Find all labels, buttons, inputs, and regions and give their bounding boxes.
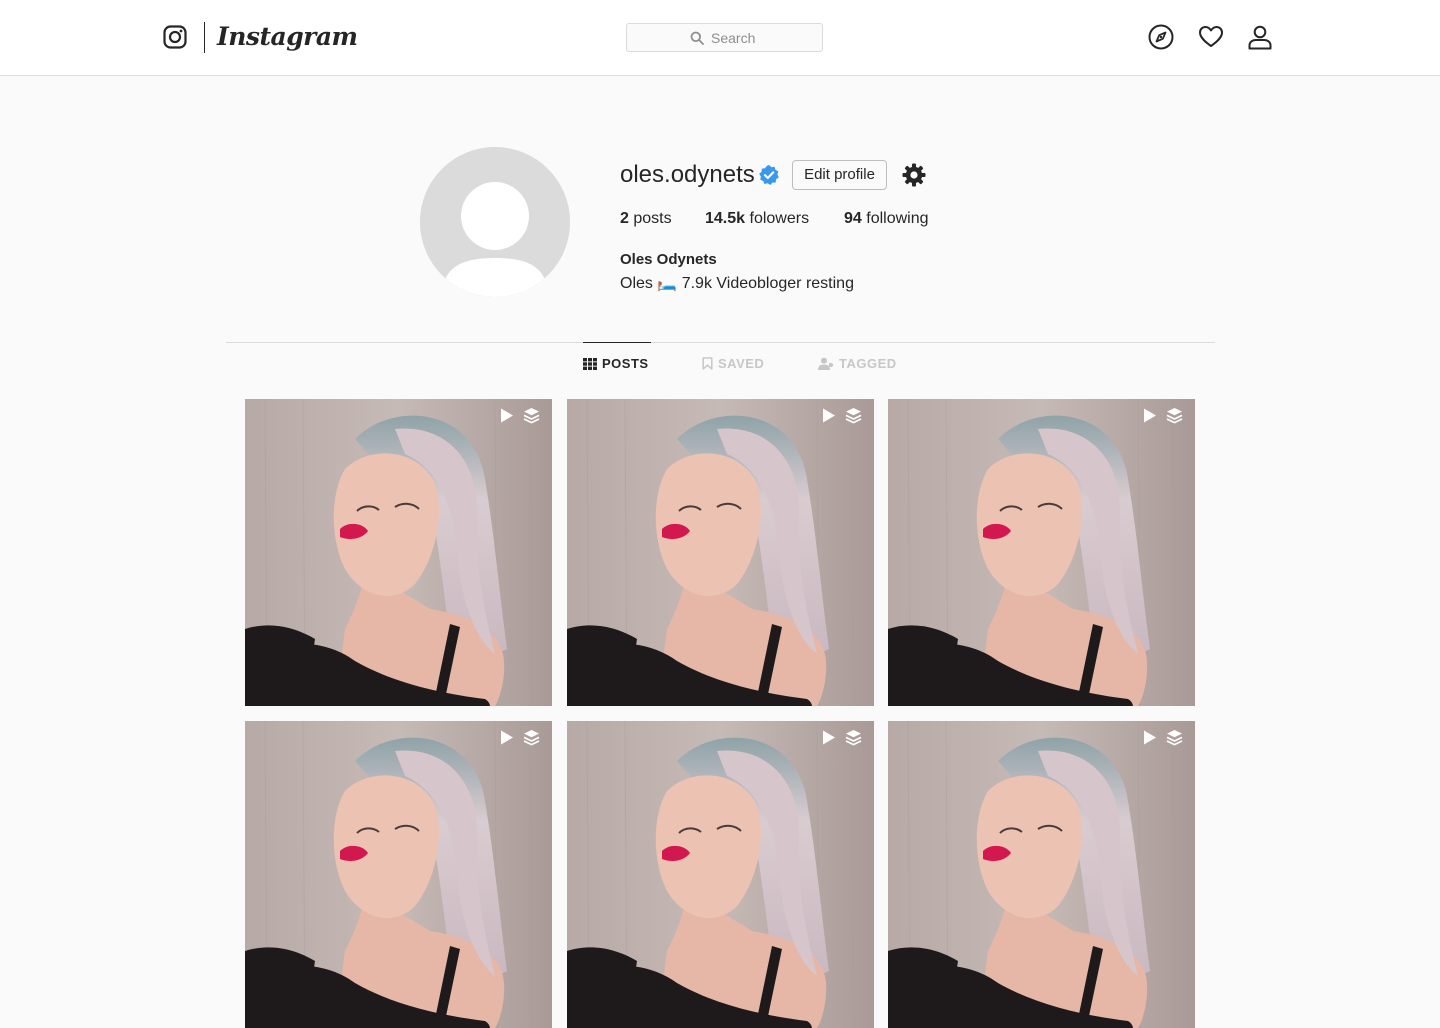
settings-gear-icon[interactable] — [901, 162, 927, 188]
explore-compass-icon[interactable] — [1148, 24, 1174, 50]
tab-tagged[interactable]: TAGGED — [818, 342, 897, 384]
search-box[interactable] — [626, 23, 823, 52]
posts-count: 2 — [620, 210, 629, 227]
tab-posts-label: POSTS — [602, 356, 649, 371]
post-photo — [245, 721, 552, 1028]
following-count: 94 — [844, 210, 862, 227]
avatar[interactable] — [420, 147, 570, 297]
post-photo — [888, 721, 1195, 1028]
post-tile[interactable] — [888, 399, 1195, 706]
post-tile[interactable] — [888, 721, 1195, 1028]
profile-full-name: Oles Odynets — [620, 251, 717, 268]
multiple-posts-icon — [1166, 730, 1183, 746]
post-tile[interactable] — [567, 721, 874, 1028]
video-play-icon — [1144, 408, 1156, 423]
search-icon — [690, 31, 704, 45]
following-label: following — [866, 210, 929, 227]
followers-count: 14.5k — [705, 210, 746, 227]
tab-posts[interactable]: POSTS — [583, 342, 651, 384]
instagram-glyph-icon[interactable] — [163, 25, 187, 49]
following-stat[interactable]: 94 following — [844, 208, 929, 230]
search-input[interactable] — [711, 24, 819, 51]
logo-divider — [204, 22, 205, 53]
grid-icon — [583, 357, 597, 370]
multiple-posts-icon — [1166, 408, 1183, 424]
post-photo — [245, 399, 552, 706]
profile-person-icon[interactable] — [1247, 24, 1273, 50]
heart-icon[interactable] — [1198, 24, 1224, 50]
multiple-posts-icon — [523, 730, 540, 746]
edit-profile-button[interactable]: Edit profile — [792, 160, 887, 190]
post-photo — [888, 399, 1195, 706]
video-play-icon — [501, 730, 513, 745]
tab-saved[interactable]: SAVED — [702, 342, 764, 384]
tagged-person-icon — [818, 357, 834, 370]
instagram-wordmark[interactable]: Instagram — [217, 19, 358, 55]
multiple-posts-icon — [845, 730, 862, 746]
profile-bio: Oles 🛏️ 7.9k Videobloger resting — [620, 275, 854, 292]
posts-label: posts — [633, 210, 672, 227]
top-navigation: Instagram — [0, 0, 1440, 76]
post-photo — [567, 721, 874, 1028]
tab-saved-label: SAVED — [718, 355, 765, 371]
post-tile[interactable] — [245, 399, 552, 706]
multiple-posts-icon — [845, 408, 862, 424]
followers-stat[interactable]: 14.5k folowers — [705, 208, 809, 230]
followers-label: folowers — [749, 210, 810, 227]
video-play-icon — [823, 408, 835, 423]
video-play-icon — [1144, 730, 1156, 745]
profile-username: oles.odynets — [620, 161, 755, 188]
bookmark-icon — [702, 356, 713, 370]
default-avatar-icon — [420, 147, 570, 297]
posts-stat[interactable]: 2 posts — [620, 208, 672, 230]
verified-badge-icon — [759, 165, 779, 185]
post-tile[interactable] — [245, 721, 552, 1028]
video-play-icon — [823, 730, 835, 745]
post-tile[interactable] — [567, 399, 874, 706]
post-photo — [567, 399, 874, 706]
multiple-posts-icon — [523, 408, 540, 424]
video-play-icon — [501, 408, 513, 423]
tab-tagged-label: TAGGED — [839, 355, 897, 371]
